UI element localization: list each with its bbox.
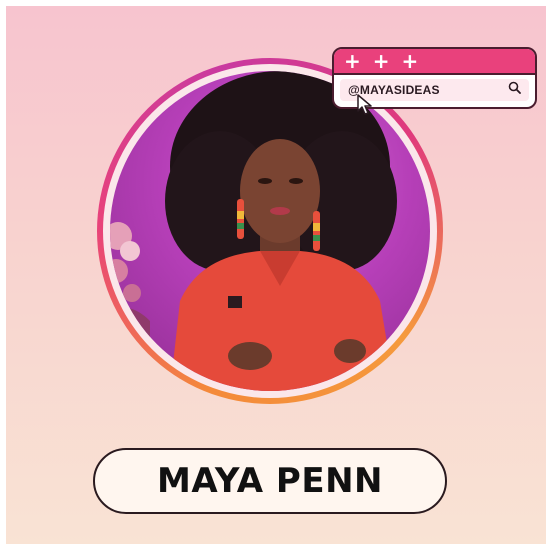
person-name: MAYA PENN — [157, 461, 383, 501]
search-icon[interactable] — [508, 81, 521, 99]
hand-shape — [228, 342, 272, 370]
face-shape — [240, 139, 320, 243]
profile-photo — [110, 71, 430, 391]
name-tag: MAYA PENN — [93, 448, 447, 514]
arrow-cursor-icon — [357, 94, 372, 115]
plus-mark: + — [372, 49, 390, 73]
plus-mark: + — [401, 49, 419, 73]
plus-mark: + — [344, 49, 361, 73]
search-card-header: + + + — [334, 49, 535, 75]
